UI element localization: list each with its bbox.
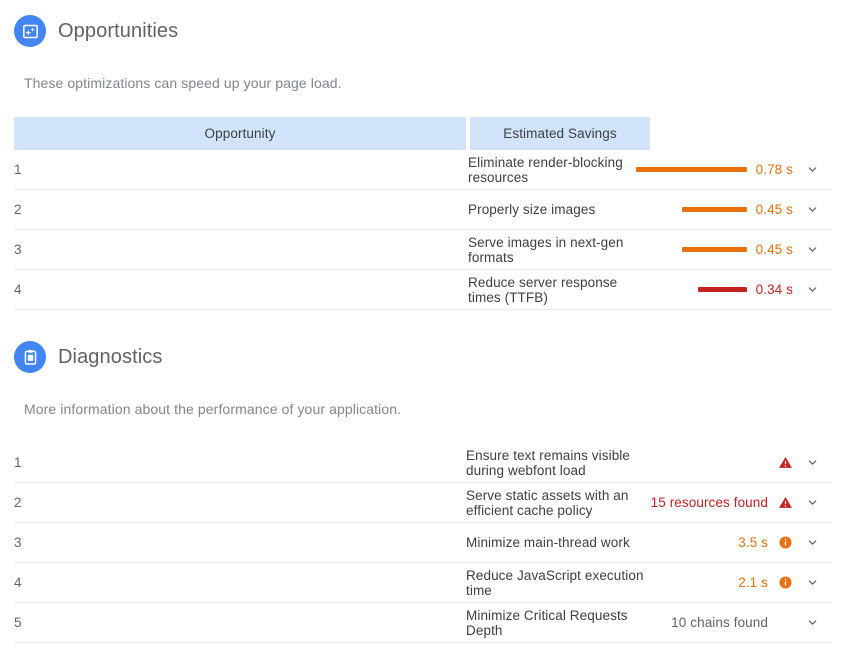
lighthouse-report-panel: Opportunities These optimizations can sp… bbox=[0, 0, 850, 655]
row-index: 1 bbox=[14, 162, 22, 177]
diagnostic-value: 10 chains found bbox=[671, 615, 768, 630]
savings-bar bbox=[635, 167, 747, 172]
table-row[interactable]: 2 Serve static assets with an efficient c… bbox=[14, 483, 832, 523]
diagnostics-description: More information about the performance o… bbox=[24, 401, 402, 417]
diagnostic-title[interactable]: Ensure text remains visible during webfo… bbox=[466, 443, 649, 483]
diagnostics-heading: Diagnostics bbox=[14, 341, 162, 373]
row-index: 4 bbox=[14, 282, 22, 297]
opportunity-savings-cell: 0.45 s bbox=[650, 190, 832, 230]
savings-value: 0.78 s bbox=[755, 162, 793, 177]
status-icon-placeholder bbox=[777, 615, 793, 631]
row-index: 3 bbox=[14, 535, 22, 550]
opportunities-table: Opportunity Estimated Savings 1 Eliminate… bbox=[14, 117, 832, 310]
diagnostic-title[interactable]: Minimize main-thread work bbox=[466, 523, 649, 563]
table-row[interactable]: 4 Reduce JavaScript execution time 2.1 s bbox=[14, 563, 832, 603]
chevron-down-icon[interactable] bbox=[802, 200, 822, 220]
diagnostic-title[interactable]: Reduce JavaScript execution time bbox=[466, 563, 649, 603]
opportunities-description: These optimizations can speed up your pa… bbox=[24, 75, 342, 91]
row-index: 5 bbox=[14, 615, 22, 630]
opportunity-title[interactable]: Serve images in next-gen formats bbox=[468, 230, 650, 270]
chevron-down-icon[interactable] bbox=[802, 240, 822, 260]
row-index: 1 bbox=[14, 455, 22, 470]
opportunity-savings-cell: 0.34 s bbox=[650, 270, 832, 310]
chevron-down-icon[interactable] bbox=[802, 573, 822, 593]
table-row[interactable]: 2 Properly size images 0.45 s bbox=[14, 190, 832, 230]
clipboard-diagnostics-icon bbox=[14, 341, 46, 373]
opportunities-table-body: 1 Eliminate render-blocking resources 0.78… bbox=[14, 150, 832, 310]
savings-bar bbox=[681, 207, 747, 212]
chevron-down-icon[interactable] bbox=[802, 533, 822, 553]
row-index: 4 bbox=[14, 575, 22, 590]
chevron-down-icon[interactable] bbox=[802, 493, 822, 513]
info-circle-icon bbox=[777, 575, 793, 591]
table-row[interactable]: 4 Reduce server response times (TTFB) 0.34… bbox=[14, 270, 832, 310]
diagnostic-value-cell: 2.1 s bbox=[649, 563, 832, 603]
opportunity-title[interactable]: Properly size images bbox=[468, 190, 650, 230]
opportunities-table-header: Opportunity Estimated Savings bbox=[14, 117, 832, 150]
chevron-down-icon[interactable] bbox=[802, 280, 822, 300]
savings-bar bbox=[681, 247, 747, 252]
opportunities-heading: Opportunities bbox=[14, 15, 178, 47]
diagnostic-value: 15 resources found bbox=[650, 495, 768, 510]
warning-triangle-icon bbox=[777, 495, 793, 511]
diagnostic-value: 2.1 s bbox=[738, 575, 768, 590]
savings-value: 0.45 s bbox=[755, 202, 793, 217]
diagnostics-title: Diagnostics bbox=[58, 346, 163, 368]
opportunity-savings-cell: 0.78 s bbox=[635, 150, 832, 190]
savings-value: 0.45 s bbox=[755, 242, 793, 257]
diagnostics-table: 1 Ensure text remains visible during webf… bbox=[14, 443, 832, 643]
opportunity-title[interactable]: Reduce server response times (TTFB) bbox=[468, 270, 650, 310]
table-row[interactable]: 3 Minimize main-thread work 3.5 s bbox=[14, 523, 832, 563]
diagnostic-title[interactable]: Minimize Critical Requests Depth bbox=[466, 603, 649, 643]
table-row[interactable]: 3 Serve images in next-gen formats 0.45 s bbox=[14, 230, 832, 270]
image-opportunity-icon bbox=[14, 15, 46, 47]
warning-triangle-icon bbox=[777, 455, 793, 471]
row-index: 3 bbox=[14, 242, 22, 257]
opportunity-savings-cell: 0.45 s bbox=[650, 230, 832, 270]
row-index: 2 bbox=[14, 495, 22, 510]
column-header-estimated-savings: Estimated Savings bbox=[468, 117, 650, 150]
diagnostic-value: 3.5 s bbox=[738, 535, 768, 550]
table-row[interactable]: 1 Ensure text remains visible during webf… bbox=[14, 443, 832, 483]
table-row[interactable]: 5 Minimize Critical Requests Depth 10 chai… bbox=[14, 603, 832, 643]
savings-bar bbox=[697, 287, 747, 292]
chevron-down-icon[interactable] bbox=[802, 613, 822, 633]
diagnostic-value-cell bbox=[649, 443, 832, 483]
info-circle-icon bbox=[777, 535, 793, 551]
diagnostics-table-body: 1 Ensure text remains visible during webf… bbox=[14, 443, 832, 643]
table-row[interactable]: 1 Eliminate render-blocking resources 0.78… bbox=[14, 150, 832, 190]
chevron-down-icon[interactable] bbox=[802, 160, 822, 180]
diagnostic-value-cell: 3.5 s bbox=[649, 523, 832, 563]
chevron-down-icon[interactable] bbox=[802, 453, 822, 473]
diagnostic-value-cell: 15 resources found bbox=[649, 483, 832, 523]
column-header-opportunity: Opportunity bbox=[14, 117, 470, 150]
row-index: 2 bbox=[14, 202, 22, 217]
diagnostic-title[interactable]: Serve static assets with an efficient ca… bbox=[466, 483, 649, 523]
opportunities-title: Opportunities bbox=[58, 20, 179, 42]
diagnostic-value-cell: 10 chains found bbox=[649, 603, 832, 643]
savings-value: 0.34 s bbox=[755, 282, 793, 297]
opportunity-title[interactable]: Eliminate render-blocking resources bbox=[468, 150, 650, 190]
